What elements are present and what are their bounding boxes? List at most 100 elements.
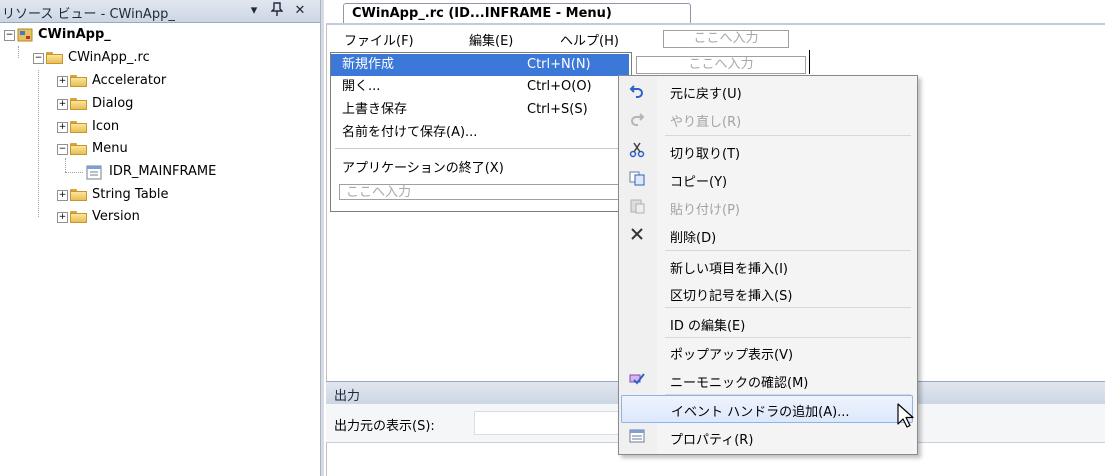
tree-item-version[interactable]: + Version xyxy=(0,206,320,228)
window-position-dropdown-icon[interactable]: ▾ xyxy=(245,2,263,20)
tree-item-label: Accelerator xyxy=(92,73,167,88)
context-item-popup-view[interactable]: ポップアップ表示(V) xyxy=(621,338,913,366)
context-item-label: 元に戻す(U) xyxy=(670,87,742,102)
tree-item-accelerator[interactable]: + Accelerator xyxy=(0,70,320,92)
pane-splitter[interactable] xyxy=(320,0,324,476)
context-item-redo[interactable]: やり直し(R) xyxy=(621,105,913,133)
context-item-label: 新しい項目を挿入(I) xyxy=(670,262,788,277)
tree-item-idr-mainframe[interactable]: IDR_MAINFRAME xyxy=(0,161,320,183)
tree-item-project[interactable]: − CWinApp_ xyxy=(0,24,320,46)
context-menu: 元に戻す(U) やり直し(R) 切り取り(T) コピー(Y) 貼り付け(P) 削… xyxy=(618,75,918,455)
resource-view-pane: リソース ビュー - CWinApp_ ▾ ✕ − CWinApp_ − CWi… xyxy=(0,0,320,476)
menubar-help[interactable]: ヘルプ(H) xyxy=(560,30,619,49)
project-label: CWinApp_ xyxy=(38,27,111,42)
menu-item-save-as[interactable]: 名前を付けて保存(A)... xyxy=(331,122,629,144)
menu-separator xyxy=(335,148,627,149)
menu-item-label: 開く... xyxy=(342,79,381,94)
context-item-label: イベント ハンドラの追加(A)... xyxy=(671,405,850,420)
context-item-edit-ids[interactable]: ID の編集(E) xyxy=(621,309,913,337)
context-item-label: 切り取り(T) xyxy=(670,147,741,162)
menubar-type-here-field[interactable]: ここへ入力 xyxy=(663,30,789,48)
collapse-icon[interactable]: − xyxy=(57,144,68,155)
tree-item-label: Dialog xyxy=(92,96,134,111)
folder-icon xyxy=(70,75,87,87)
menu-item-label: 上書き保存 xyxy=(342,102,408,117)
editor-caret-line xyxy=(809,50,810,74)
tree-item-string-table[interactable]: + String Table xyxy=(0,184,320,206)
context-separator xyxy=(665,250,911,251)
rc-file-label: CWinApp_.rc xyxy=(68,50,150,65)
tree-item-label: Icon xyxy=(92,119,120,134)
menu-item-open[interactable]: 開く... Ctrl+O(O) xyxy=(331,76,629,98)
tree-item-dialog[interactable]: + Dialog xyxy=(0,93,320,115)
menu-item-shortcut: Ctrl+N(N) xyxy=(527,57,591,72)
menu-resource-icon xyxy=(86,165,102,180)
context-item-insert-new[interactable]: 新しい項目を挿入(I) xyxy=(621,252,913,280)
menu-item-new[interactable]: 新規作成 Ctrl+N(N) xyxy=(331,54,629,76)
expand-icon[interactable]: + xyxy=(57,122,68,133)
context-item-delete[interactable]: 削除(D) xyxy=(621,221,913,249)
context-item-copy[interactable]: コピー(Y) xyxy=(621,165,913,193)
menu-item-shortcut: Ctrl+O(O) xyxy=(527,79,592,94)
auto-hide-pin-icon[interactable] xyxy=(268,2,286,20)
document-tab[interactable]: CWinApp_.rc (ID...INFRAME - Menu) xyxy=(343,3,691,25)
context-item-insert-separator[interactable]: 区切り記号を挿入(S) xyxy=(621,279,913,307)
context-item-label: ニーモニックの確認(M) xyxy=(670,376,809,391)
menubar-file[interactable]: ファイル(F) xyxy=(344,30,414,49)
context-item-properties[interactable]: プロパティ(R) xyxy=(621,423,913,451)
menubar-edit[interactable]: 編集(E) xyxy=(469,30,513,49)
folder-icon xyxy=(70,121,87,133)
check-mnemonics-icon xyxy=(628,371,646,389)
menu-item-label: アプリケーションの終了(X) xyxy=(342,161,504,176)
tree-item-label: String Table xyxy=(92,187,169,202)
mouse-pointer-icon xyxy=(896,403,920,429)
menu-item-label: 新規作成 xyxy=(342,57,395,72)
folder-icon xyxy=(70,98,87,110)
delete-icon xyxy=(628,226,646,244)
submenu-type-here-field[interactable]: ここへ入力 xyxy=(636,56,806,74)
paste-icon xyxy=(628,198,646,216)
context-item-check-mnemonics[interactable]: ニーモニックの確認(M) xyxy=(621,366,913,394)
output-source-select[interactable] xyxy=(474,411,636,435)
tree-item-menu[interactable]: − Menu xyxy=(0,138,320,160)
project-icon xyxy=(17,27,33,43)
context-item-cut[interactable]: 切り取り(T) xyxy=(621,137,913,165)
close-pane-icon[interactable]: ✕ xyxy=(291,2,309,20)
context-item-label: 区切り記号を挿入(S) xyxy=(670,289,793,304)
collapse-icon[interactable]: − xyxy=(4,30,15,41)
output-source-label: 出力元の表示(S): xyxy=(334,419,435,434)
expand-icon[interactable]: + xyxy=(57,99,68,110)
menu-item-label: 名前を付けて保存(A)... xyxy=(342,125,478,140)
folder-open-icon xyxy=(70,143,87,155)
scissors-icon xyxy=(628,142,646,160)
menu-item-exit[interactable]: アプリケーションの終了(X) xyxy=(331,158,629,180)
redo-icon xyxy=(628,110,646,128)
context-item-undo[interactable]: 元に戻す(U) xyxy=(621,77,913,105)
document-tab-label: CWinApp_.rc (ID...INFRAME - Menu) xyxy=(352,6,612,21)
menu-item-save[interactable]: 上書き保存 Ctrl+S(S) xyxy=(331,99,629,121)
tree-item-label: Version xyxy=(92,209,140,224)
folder-icon xyxy=(70,189,87,201)
context-item-add-event-handler[interactable]: イベント ハンドラの追加(A)... xyxy=(621,395,913,423)
context-separator xyxy=(665,307,911,308)
expand-icon[interactable]: + xyxy=(57,190,68,201)
tree-item-rc-file[interactable]: − CWinApp_.rc xyxy=(0,47,320,69)
copy-icon xyxy=(628,170,646,188)
tree-item-label: IDR_MAINFRAME xyxy=(109,164,217,179)
context-item-paste[interactable]: 貼り付け(P) xyxy=(621,193,913,221)
context-item-label: 貼り付け(P) xyxy=(670,203,740,218)
context-item-label: やり直し(R) xyxy=(670,115,742,130)
properties-icon xyxy=(628,428,646,446)
dropdown-type-here-field[interactable]: ここへ入力 xyxy=(339,184,622,200)
collapse-icon[interactable]: − xyxy=(33,53,44,64)
output-pane-title: 出力 xyxy=(334,389,361,404)
menu-editor-menubar: ファイル(F) 編集(E) ヘルプ(H) ここへ入力 xyxy=(330,28,810,50)
folder-open-icon xyxy=(46,52,63,64)
expand-icon[interactable]: + xyxy=(57,212,68,223)
expand-icon[interactable]: + xyxy=(57,76,68,87)
context-item-label: コピー(Y) xyxy=(670,175,728,190)
tree-item-icon[interactable]: + Icon xyxy=(0,116,320,138)
undo-icon xyxy=(628,82,646,100)
context-item-label: プロパティ(R) xyxy=(670,433,754,448)
context-item-label: ポップアップ表示(V) xyxy=(670,348,794,363)
